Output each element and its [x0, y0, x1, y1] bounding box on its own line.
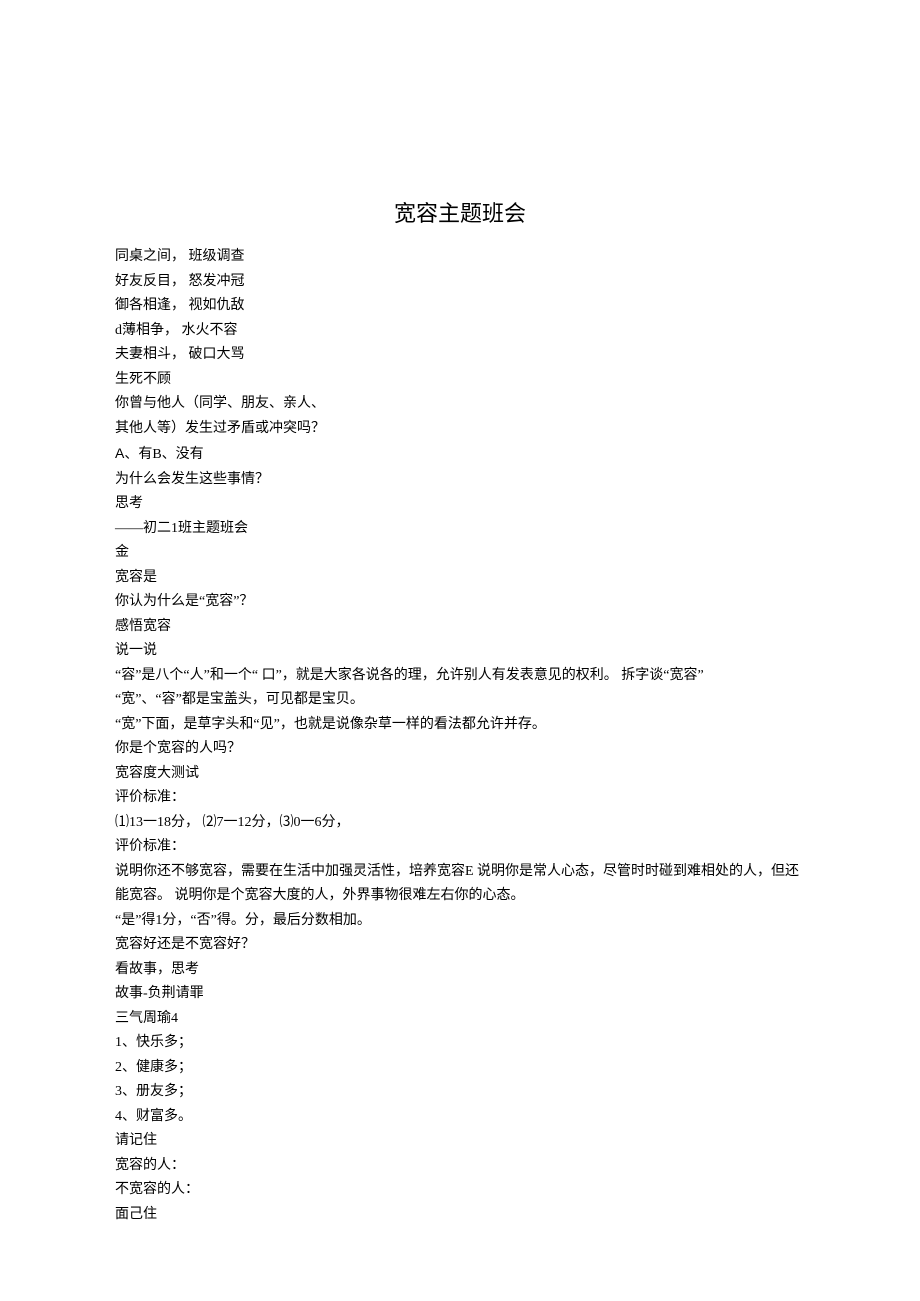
- text-line: 不宽容的人：: [115, 1178, 805, 1203]
- text-line: “是”得1分，“否”得。分，最后分数相加。: [115, 909, 805, 934]
- text-line: 思考: [115, 492, 805, 517]
- text-line: 金: [115, 541, 805, 566]
- text-line: ⑴13一18分， ⑵7一12分，⑶0一6分，: [115, 811, 805, 836]
- text-line: 说明你还不够宽容，需要在生活中加强灵活性，培养宽容E 说明你是常人心态，尽管时时…: [115, 860, 805, 909]
- text-line: 好友反目， 怒发冲冠: [115, 270, 805, 295]
- text-line: 同桌之间， 班级调查: [115, 245, 805, 270]
- document-body: 同桌之间， 班级调查 好友反目， 怒发冲冠 御各相逢， 视如仇敌 d薄相争， 水…: [115, 245, 805, 1227]
- option-letter: A: [115, 445, 124, 461]
- text-line: 你是个宽容的人吗？: [115, 737, 805, 762]
- text-line: 宽容好还是不宽容好？: [115, 933, 805, 958]
- page-title: 宽容主题班会: [115, 195, 805, 234]
- text-line: 看故事，思考: [115, 958, 805, 983]
- text-line: “容”是八个“人”和一个“ 口”，就是大家各说各的理，允许别人有发表意见的权利。…: [115, 664, 805, 689]
- text-line: 说一说: [115, 639, 805, 664]
- text-line: 感悟宽容: [115, 615, 805, 640]
- text-line: “宽”下面，是草字头和“见”，也就是说像杂草一样的看法都允许并存。: [115, 713, 805, 738]
- option-text: 、有B、没有: [124, 447, 203, 462]
- text-line: 1、快乐多；: [115, 1031, 805, 1056]
- text-line: 宽容是: [115, 566, 805, 591]
- text-line: 评价标准：: [115, 835, 805, 860]
- text-line: 你认为什么是“宽容”？: [115, 590, 805, 615]
- text-line: 请记住: [115, 1129, 805, 1154]
- text-line: 宽容度大测试: [115, 762, 805, 787]
- text-line: “宽”、“容”都是宝盖头，可见都是宝贝。: [115, 688, 805, 713]
- text-line: 宽容的人：: [115, 1154, 805, 1179]
- text-line: ——初二1班主题班会: [115, 517, 805, 542]
- text-line: 评价标准：: [115, 786, 805, 811]
- text-line: 4、财富多。: [115, 1105, 805, 1130]
- text-line: 御各相逢， 视如仇敌: [115, 294, 805, 319]
- text-line: 生死不顾: [115, 368, 805, 393]
- text-line: A、有B、没有: [115, 441, 805, 468]
- text-line: 你曾与他人（同学、朋友、亲人、: [115, 392, 805, 417]
- text-line: 2、健康多；: [115, 1056, 805, 1081]
- text-line: 3、册友多；: [115, 1080, 805, 1105]
- text-line: d薄相争， 水火不容: [115, 319, 805, 344]
- text-line: 其他人等）发生过矛盾或冲突吗？: [115, 417, 805, 442]
- text-line: 三气周瑜4: [115, 1007, 805, 1032]
- text-line: 为什么会发生这些事情？: [115, 468, 805, 493]
- text-line: 故事-负荆请罪: [115, 982, 805, 1007]
- text-line: 夫妻相斗， 破口大骂: [115, 343, 805, 368]
- document-page: 宽容主题班会 同桌之间， 班级调查 好友反目， 怒发冲冠 御各相逢， 视如仇敌 …: [0, 0, 920, 1287]
- text-line: 面己住: [115, 1203, 805, 1228]
